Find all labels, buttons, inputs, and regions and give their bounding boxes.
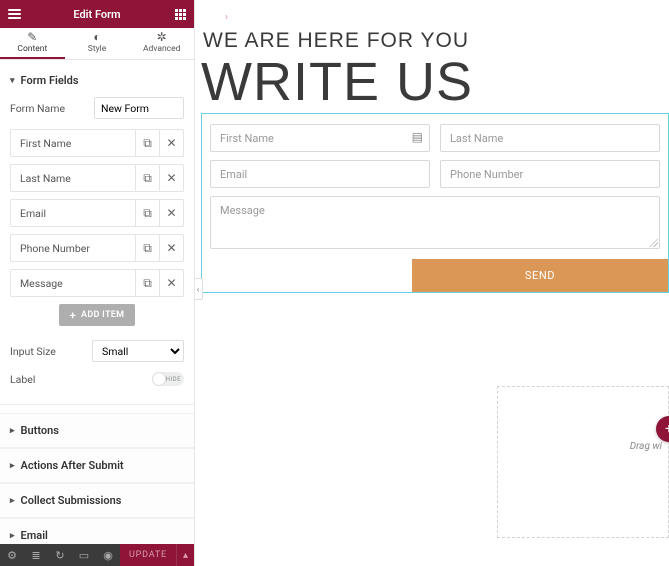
close-icon[interactable]: ✕ [159,130,183,156]
panel-collapse-handle[interactable]: ‹ [195,278,203,300]
autofill-icon[interactable]: ▤ [412,130,423,144]
page-title: WRITE US [201,55,669,109]
field-item[interactable]: Phone Number⧉✕ [10,234,184,262]
history-icon[interactable]: ↻ [48,544,72,566]
responsive-icon[interactable]: ▭ [72,544,96,566]
caret-right-icon: ▸ [10,496,15,506]
field-item-label: Last Name [11,172,135,185]
update-button[interactable]: UPDATE [120,544,176,566]
apps-grid-icon[interactable] [168,0,192,28]
gear-icon: ✲ [157,31,167,43]
plus-icon: + [70,310,76,321]
form-widget[interactable]: First Name ▤ Last Name Email Phone Numbe… [201,113,669,293]
input-size-label: Input Size [10,345,56,358]
resize-grip-icon[interactable] [649,238,658,247]
close-icon[interactable]: ✕ [159,165,183,191]
add-item-button[interactable]: + ADD ITEM [59,304,135,326]
navigator-icon[interactable]: ≣ [24,544,48,566]
field-item[interactable]: First Name⧉✕ [10,129,184,157]
preview-icon[interactable]: ◉ [96,544,120,566]
close-icon[interactable]: ✕ [159,200,183,226]
field-item-label: First Name [11,137,135,150]
panel-scroll[interactable]: ▾ Form Fields Form Name First Name⧉✕Last… [0,60,194,544]
field-item[interactable]: Message⧉✕ [10,269,184,297]
section-head-form-fields[interactable]: ▾ Form Fields [10,68,184,93]
tab-style[interactable]: ◐ Style [65,28,130,59]
duplicate-icon[interactable]: ⧉ [135,165,159,191]
duplicate-icon[interactable]: ⧉ [135,270,159,296]
tab-advanced[interactable]: ✲ Advanced [129,28,194,59]
section-form-fields: ▾ Form Fields Form Name First Name⧉✕Last… [0,68,194,405]
editor-tabs: ✎ Content ◐ Style ✲ Advanced [0,28,194,60]
duplicate-icon[interactable]: ⧉ [135,200,159,226]
caret-right-icon: ▸ [10,531,15,541]
section-head-collect[interactable]: ▸ Collect Submissions [0,483,194,518]
caret-right-icon: ▸ [10,426,15,436]
field-item[interactable]: Last Name⧉✕ [10,164,184,192]
drop-zone[interactable]: Drag wi [497,386,669,538]
drop-zone-text: Drag wi [630,441,662,452]
editor-sidebar: Edit Form ✎ Content ◐ Style ✲ Advanced [0,0,195,566]
pencil-icon: ✎ [27,31,37,43]
canvas: ‹ › WE ARE HERE FOR YOU WRITE US First N… [195,0,669,566]
settings-icon[interactable]: ⚙ [0,544,24,566]
duplicate-icon[interactable]: ⧉ [135,130,159,156]
section-head-email[interactable]: ▸ Email [0,518,194,544]
email-field[interactable]: Email [210,160,430,188]
phone-field[interactable]: Phone Number [440,160,660,188]
send-button[interactable]: SEND [412,259,668,292]
sidebar-header: Edit Form [0,0,194,28]
field-item-label: Phone Number [11,242,135,255]
field-item[interactable]: Email⧉✕ [10,199,184,227]
last-name-field[interactable]: Last Name [440,124,660,152]
close-icon[interactable]: ✕ [159,235,183,261]
duplicate-icon[interactable]: ⧉ [135,235,159,261]
sidebar-footer: ⚙ ≣ ↻ ▭ ◉ UPDATE ▴ [0,544,194,566]
first-name-field[interactable]: First Name ▤ [210,124,430,152]
form-name-input[interactable] [94,97,184,119]
sidebar-title: Edit Form [73,8,120,21]
field-item-label: Message [11,277,135,290]
close-icon[interactable]: ✕ [159,270,183,296]
breadcrumb-caret-icon: › [225,12,228,23]
pretitle: WE ARE HERE FOR YOU [201,29,669,53]
form-name-label: Form Name [10,102,65,115]
message-field[interactable]: Message [210,196,660,249]
update-more-button[interactable]: ▴ [176,544,194,566]
menu-icon[interactable] [2,0,26,28]
input-size-select[interactable]: Small [92,340,184,362]
caret-right-icon: ▸ [10,461,15,471]
breadcrumb: › [201,8,669,29]
label-toggle-label: Label [10,373,35,386]
label-toggle[interactable]: HIDE [152,372,184,386]
tab-content[interactable]: ✎ Content [0,28,65,59]
caret-down-icon: ▾ [10,76,15,86]
section-head-buttons[interactable]: ▸ Buttons [0,413,194,448]
contrast-icon: ◐ [93,31,100,43]
section-head-actions[interactable]: ▸ Actions After Submit [0,448,194,483]
field-item-label: Email [11,207,135,220]
